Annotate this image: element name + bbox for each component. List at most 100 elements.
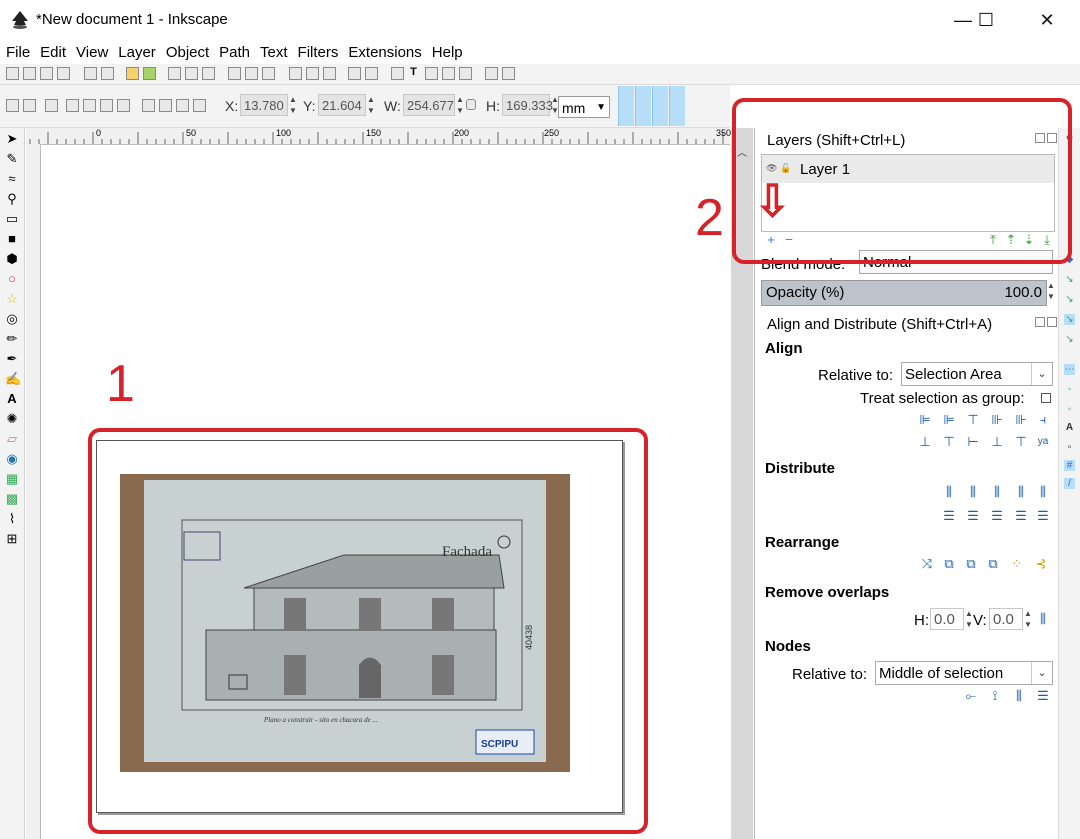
snap-toggle-3[interactable] [652, 86, 668, 126]
spiral-tool-icon[interactable]: ◎ [5, 312, 19, 326]
panel-close-icon[interactable] [1047, 317, 1057, 327]
exchange-positions-icon[interactable]: ⤨ [919, 556, 935, 572]
w-spinner[interactable]: ▲ ▼ [455, 94, 465, 116]
zoom-selection-icon[interactable] [228, 67, 241, 80]
fill-stroke-icon[interactable] [391, 67, 404, 80]
center-horizontal-axis-icon[interactable]: ⊢ [965, 434, 981, 450]
opacity-spinner[interactable]: ▲ ▼ [1046, 280, 1056, 304]
align-left-to-right-icon[interactable]: ⊪ [1013, 412, 1029, 428]
align-top-icon[interactable]: ⊤ [941, 434, 957, 450]
align-bottom-icon[interactable]: ⊥ [989, 434, 1005, 450]
snap-cusp-icon[interactable]: ↘ [1064, 314, 1075, 325]
distribute-left-icon[interactable]: ⫼ [941, 484, 957, 500]
distribute-baseline-icon[interactable]: ⫼ [1035, 484, 1051, 500]
distribute-vgaps-icon[interactable]: ☰ [1013, 508, 1029, 524]
dropper-tool-icon[interactable]: ⌇ [5, 512, 19, 526]
flip-vertical-icon[interactable] [117, 99, 130, 112]
menu-filters[interactable]: Filters [292, 40, 343, 61]
remove-overlaps-icon[interactable]: ⫼ [1035, 611, 1051, 627]
distribute-vbaseline-icon[interactable]: ☰ [1035, 508, 1051, 524]
print-icon[interactable] [57, 67, 70, 80]
align-text-baseline-icon[interactable]: ya [1035, 434, 1051, 450]
panel-iconify-icon[interactable] [1035, 317, 1045, 327]
unlink-clone-icon[interactable] [323, 67, 336, 80]
y-input[interactable]: 21.604 [318, 94, 366, 116]
align-right-to-left-icon[interactable]: ⊫ [917, 412, 933, 428]
align-nodes-vertical-icon[interactable]: ⟟ [987, 688, 1003, 704]
raise-icon[interactable] [159, 99, 172, 112]
distribute-bottom-icon[interactable]: ☰ [989, 508, 1005, 524]
duplicate-icon[interactable] [289, 67, 302, 80]
clone-icon[interactable] [306, 67, 319, 80]
align-baseline-icon[interactable]: ⫞ [1035, 412, 1051, 428]
ungroup-icon[interactable] [365, 67, 378, 80]
snap-page-border-icon[interactable]: ▫ [1064, 442, 1075, 453]
lock-icon[interactable] [466, 99, 476, 110]
zoom-drawing-icon[interactable] [245, 67, 258, 80]
overlap-v-input[interactable]: 0.0 [989, 608, 1023, 630]
pencil-tool-icon[interactable]: ✏ [5, 332, 19, 346]
exchange-zorder-icon[interactable]: ⧉ [963, 556, 979, 572]
layers-icon[interactable] [425, 67, 438, 80]
snap-toggle-4[interactable] [669, 86, 685, 126]
snap-text-baseline-icon[interactable]: A [1064, 422, 1075, 433]
rotate-cw-icon[interactable] [83, 99, 96, 112]
eraser-tool-icon[interactable]: ▱ [5, 432, 19, 446]
maximize-button[interactable]: ☐ [963, 0, 1009, 40]
deselect-icon[interactable] [45, 99, 58, 112]
raise-top-icon[interactable] [142, 99, 155, 112]
paint-bucket-tool-icon[interactable]: ◉ [5, 452, 19, 466]
w-input[interactable]: 254.677 [403, 94, 455, 116]
menu-edit[interactable]: Edit [34, 40, 70, 61]
snap-grid-icon[interactable]: # [1064, 460, 1075, 471]
nodes-relative-to-select[interactable]: Middle of selection ⌄ [875, 661, 1053, 685]
lower-icon[interactable] [176, 99, 189, 112]
align-nodes-horizontal-icon[interactable]: ⟜ [963, 688, 979, 704]
menu-extensions[interactable]: Extensions [342, 40, 425, 61]
menu-object[interactable]: Object [160, 40, 213, 61]
randomize-icon[interactable]: ⁘ [1009, 556, 1025, 572]
star-tool-icon[interactable]: ☆ [5, 292, 19, 306]
paste-icon[interactable] [202, 67, 215, 80]
ellipse-tool-icon[interactable]: ○ [5, 272, 19, 286]
new-doc-icon[interactable] [6, 67, 19, 80]
exchange-selection-icon[interactable]: ⧉ [941, 556, 957, 572]
connector-tool-icon[interactable]: ⊞ [5, 532, 19, 546]
calligraphy-tool-icon[interactable]: ✍ [5, 372, 21, 386]
snap-midpoint-icon[interactable]: ⋯ [1064, 364, 1075, 375]
tweak-tool-icon[interactable]: ≈ [5, 172, 19, 186]
overlap-v-spinner[interactable]: ▲ ▼ [1023, 608, 1033, 630]
menu-help[interactable]: Help [426, 40, 467, 61]
snap-smooth-icon[interactable]: ↘ [1064, 334, 1075, 345]
zoom-tool-icon[interactable]: ⚲ [5, 192, 19, 206]
3d-box-tool-icon[interactable]: ⬢ [5, 252, 19, 266]
distribute-gaps-icon[interactable]: ⫼ [1013, 484, 1029, 500]
snap-path-icon[interactable]: ↘ [1064, 274, 1075, 285]
rotate-ccw-icon[interactable] [66, 99, 79, 112]
align-top-to-bottom-icon[interactable]: ⊤ [1013, 434, 1029, 450]
snap-toggle-2[interactable] [635, 86, 651, 126]
distribute-middle-icon[interactable]: ☰ [965, 508, 981, 524]
distribute-right-icon[interactable]: ⫼ [989, 484, 1005, 500]
rect-tool-icon[interactable]: ■ [5, 232, 19, 246]
menu-text[interactable]: Text [254, 40, 292, 61]
menu-view[interactable]: View [70, 40, 112, 61]
copy-icon[interactable] [168, 67, 181, 80]
snap-intersection-icon[interactable]: ↘ [1064, 294, 1075, 305]
gradient-tool-icon[interactable]: ▦ [5, 472, 19, 486]
unit-select[interactable]: mm ▼ [558, 96, 610, 118]
import-icon[interactable] [84, 67, 97, 80]
selector-tool-icon[interactable]: ➤ [5, 132, 19, 146]
export-icon[interactable] [101, 67, 114, 80]
zoom-page-icon[interactable] [262, 67, 275, 80]
distribute-nodes-horizontal-icon[interactable]: ⫼ [1011, 688, 1027, 704]
distribute-top-icon[interactable]: ☰ [941, 508, 957, 524]
menu-layer[interactable]: Layer [112, 40, 160, 61]
select-all-layers-icon[interactable] [23, 99, 36, 112]
exchange-clockwise-icon[interactable]: ⧉ [985, 556, 1001, 572]
align-bottom-to-top-icon[interactable]: ⊥ [917, 434, 933, 450]
center-vertical-axis-icon[interactable]: ⊤ [965, 412, 981, 428]
cut-icon[interactable] [185, 67, 198, 80]
snap-center-icon[interactable]: ◦ [1064, 384, 1075, 395]
pen-tool-icon[interactable]: ✒ [5, 352, 19, 366]
